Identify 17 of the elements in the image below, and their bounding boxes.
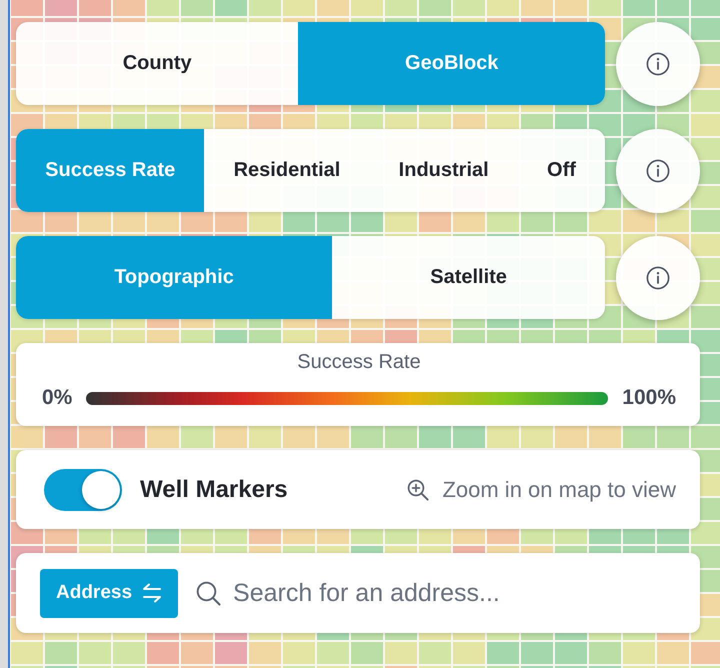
zoom-hint-text: Zoom in on map to view [442, 476, 676, 502]
info-icon [646, 266, 670, 290]
info-icon [646, 158, 670, 182]
search-icon [196, 580, 222, 606]
segment-tab[interactable]: Residential [204, 129, 370, 212]
segment-tab[interactable]: Satellite [332, 236, 606, 319]
legend-min-label: 0% [42, 385, 72, 411]
segment-tab[interactable]: Off [518, 129, 606, 212]
zoom-in-icon [407, 478, 430, 500]
legend-title: Success Rate [297, 350, 421, 374]
well-markers-label: Well Markers [140, 476, 288, 504]
well-markers-toggle[interactable] [44, 468, 122, 510]
segment-tab[interactable]: Industrial [370, 129, 518, 212]
legend-max-label: 100% [622, 385, 676, 411]
segment-tab[interactable]: County [16, 22, 298, 105]
info-icon [646, 52, 670, 76]
search-field[interactable]: Search for an address... [233, 573, 680, 613]
